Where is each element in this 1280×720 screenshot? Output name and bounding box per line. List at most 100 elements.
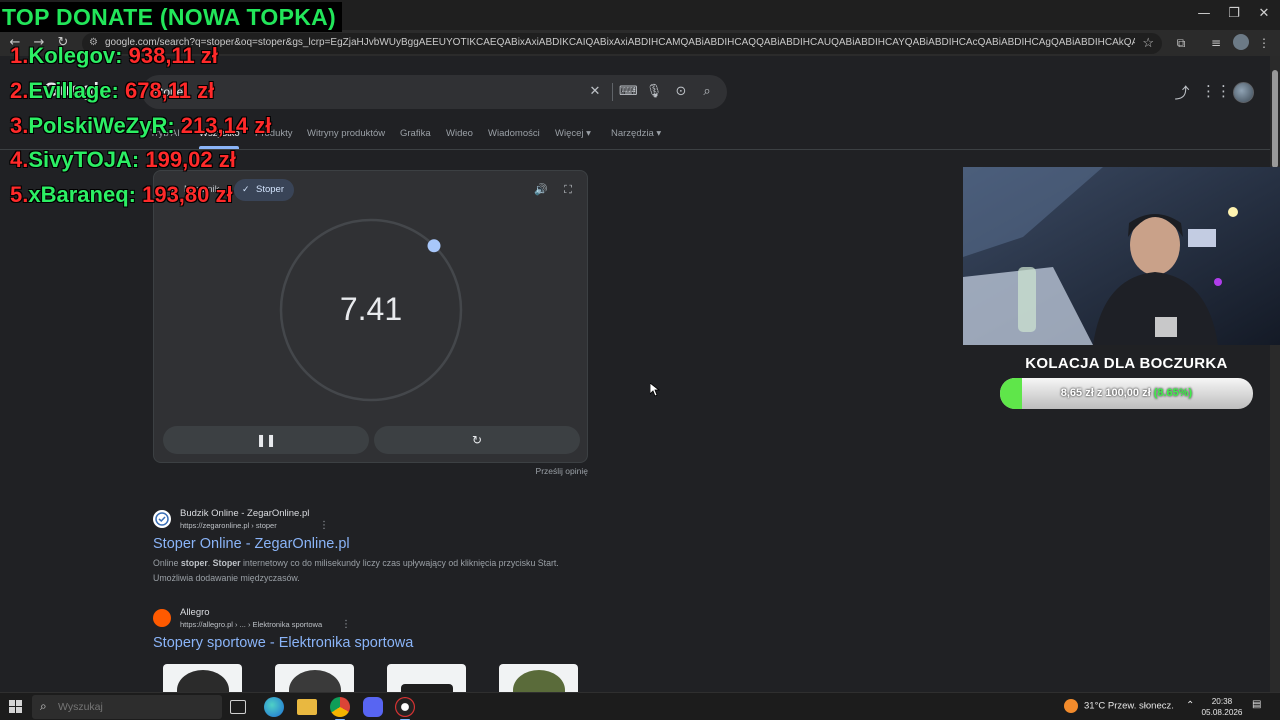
lens-camera-icon[interactable]: ⊙ — [672, 83, 690, 101]
pause-button[interactable]: ❚❚ — [163, 426, 369, 454]
windows-taskbar: ⌕ 31°C Przew. słonecz. ⌃ 20:38 05.08.202… — [0, 692, 1280, 720]
close-window-icon[interactable]: ✕ — [1247, 6, 1280, 24]
tab-more[interactable]: Więcej ▾ — [555, 128, 591, 139]
browser-menu-icon[interactable]: ⋮ — [1255, 34, 1273, 52]
fullscreen-icon[interactable]: ⛶ — [561, 183, 575, 197]
keyboard-icon[interactable]: ⌨ — [619, 83, 638, 101]
task-view-icon[interactable] — [230, 700, 246, 714]
search-input[interactable] — [154, 83, 574, 101]
donor-name: Kolegov — [28, 43, 116, 68]
result-options-icon[interactable]: ⋮ — [319, 520, 329, 531]
donor-colon: : — [167, 113, 181, 138]
media-controls-icon[interactable]: ≡ — [1207, 34, 1225, 52]
tab-news[interactable]: Wiadomości — [488, 128, 540, 139]
donor-name: SivyTOJA — [28, 147, 132, 172]
search-icon: ⌕ — [40, 699, 47, 713]
weather-widget[interactable]: 31°C Przew. słonecz. — [1064, 699, 1174, 713]
result-title-link[interactable]: Stopery sportowe - Elektronika sportowa — [153, 635, 413, 651]
clock-check-icon — [155, 512, 169, 526]
taskbar-search-input[interactable] — [58, 699, 208, 715]
sound-icon[interactable]: 🔊 — [534, 183, 548, 197]
donation-goal-bar: 8,65 zł z 100,00 zł (8.65%) — [1000, 378, 1253, 409]
taskbar-clock[interactable]: 20:38 05.08.2026 — [1198, 696, 1246, 718]
donor-colon: : — [131, 147, 146, 172]
webcam-feed — [963, 167, 1280, 345]
tab-video[interactable]: Wideo — [446, 128, 473, 139]
bookmark-star-icon[interactable]: ☆ — [1142, 35, 1154, 51]
result-title-link[interactable]: Stoper Online - ZegarOnline.pl — [153, 536, 350, 552]
microphone-icon[interactable]: 🎙 — [645, 83, 663, 101]
chrome-browser-icon[interactable] — [330, 697, 350, 720]
tab-tools[interactable]: Narzędzia ▾ — [611, 128, 661, 139]
result-site-name[interactable]: Budzik Online - ZegarOnline.pl — [180, 508, 309, 519]
product-thumbnail[interactable] — [387, 664, 466, 694]
donor-rank: 2. — [10, 78, 29, 103]
screen: — ❐ ✕ ← → ↻ ⚙ google.com/search?q=stoper… — [0, 0, 1280, 720]
donation-goal-title: KOLACJA DLA BOCZURKA — [1025, 355, 1228, 372]
donor-rank: 1. — [10, 43, 29, 68]
donor-entry: 1.Kolegov: 938,11 zł — [10, 43, 218, 69]
apps-grid-icon[interactable]: ⋮⋮ — [1201, 82, 1231, 102]
snippet-text: Online — [153, 558, 181, 568]
google-account-avatar[interactable] — [1233, 82, 1254, 103]
donor-name: xBaraneq — [28, 182, 129, 207]
edge-browser-icon[interactable] — [264, 697, 284, 717]
search-divider — [612, 83, 613, 101]
donor-name: PolskiWeZyR — [28, 113, 168, 138]
tray-expand-icon[interactable]: ⌃ — [1186, 700, 1194, 711]
search-icon[interactable]: ⌕ — [698, 83, 716, 101]
tab-images[interactable]: Grafika — [400, 128, 431, 139]
reset-icon: ↻ — [471, 433, 483, 447]
notifications-icon[interactable]: ▤ — [1252, 699, 1261, 710]
donor-colon: : — [115, 43, 129, 68]
donor-rank: 4. — [10, 147, 29, 172]
product-thumbnail[interactable] — [275, 664, 354, 694]
donor-rank: 3. — [10, 113, 29, 138]
file-explorer-icon[interactable] — [297, 699, 317, 715]
minimize-icon[interactable]: — — [1187, 6, 1221, 24]
allegro-favicon — [153, 609, 171, 627]
taskbar-search[interactable]: ⌕ — [32, 695, 222, 719]
clear-search-icon[interactable]: ✕ — [586, 83, 604, 101]
donor-entry: 2.Evillage: 678,11 zł — [10, 78, 214, 104]
clock-date: 05.08.2026 — [1201, 708, 1243, 717]
obs-studio-icon[interactable] — [395, 697, 415, 720]
stopwatch-widget: ⧗ Minutnik ✓ Stoper 🔊 ⛶ 7.41 ❚❚ ↻ — [153, 170, 588, 463]
clock-time: 20:38 — [1211, 697, 1233, 706]
address-url[interactable]: google.com/search?q=stoper&oq=stoper&gs_… — [105, 37, 1135, 48]
donor-amount: 678,11 zł — [124, 78, 215, 103]
result-options-icon[interactable]: ⋮ — [341, 619, 351, 630]
feedback-link[interactable]: Prześlij opinię — [500, 466, 588, 476]
extensions-icon[interactable]: ⧉ — [1172, 34, 1190, 52]
stopwatch-time: 7.41 — [339, 291, 403, 327]
snippet-bold: Stoper — [212, 558, 241, 568]
donor-entry: 4.SivyTOJA: 199,02 zł — [10, 147, 236, 173]
donor-colon: : — [111, 78, 125, 103]
product-thumbnail[interactable] — [163, 664, 242, 694]
result-snippet: Online stoper. Stoper internetowy co do … — [153, 556, 593, 586]
browser-profile-avatar[interactable] — [1233, 34, 1249, 50]
google-search-box[interactable]: ✕ ⌨ 🎙 ⊙ ⌕ — [142, 75, 727, 109]
scrollbar-thumb[interactable] — [1272, 70, 1278, 168]
share-icon[interactable]: ⤴ — [1172, 82, 1192, 102]
goal-amount: 8,65 zł z 100,00 zł — [1060, 387, 1151, 399]
donor-amount: 938,11 zł — [128, 43, 218, 68]
tab-product-sites[interactable]: Witryny produktów — [307, 128, 385, 139]
result-url[interactable]: https://zegaronline.pl › stoper — [180, 521, 277, 530]
stopwatch-chip[interactable]: ✓ Stoper — [234, 179, 294, 201]
restore-icon[interactable]: ❐ — [1217, 6, 1251, 24]
result-url[interactable]: https://allegro.pl › ... › Elektronika s… — [180, 620, 322, 629]
address-bar[interactable]: ⚙ google.com/search?q=stoper&oq=stoper&g… — [82, 33, 1162, 54]
weather-text: 31°C Przew. słonecz. — [1084, 700, 1174, 712]
windows-start-icon[interactable] — [9, 700, 23, 714]
weather-sun-icon — [1064, 699, 1078, 713]
donor-rank: 5. — [10, 182, 29, 207]
zegaronline-favicon — [153, 510, 171, 528]
discord-icon[interactable] — [363, 697, 383, 717]
reset-button[interactable]: ↻ — [374, 426, 580, 454]
webcam-image — [963, 167, 1280, 345]
result-site-name[interactable]: Allegro — [180, 607, 210, 618]
product-thumbnail[interactable] — [499, 664, 578, 694]
top-donate-title: TOP DONATE (NOWA TOPKA) — [0, 2, 343, 32]
donor-entry: 5.xBaraneq: 193,80 zł — [10, 182, 233, 208]
